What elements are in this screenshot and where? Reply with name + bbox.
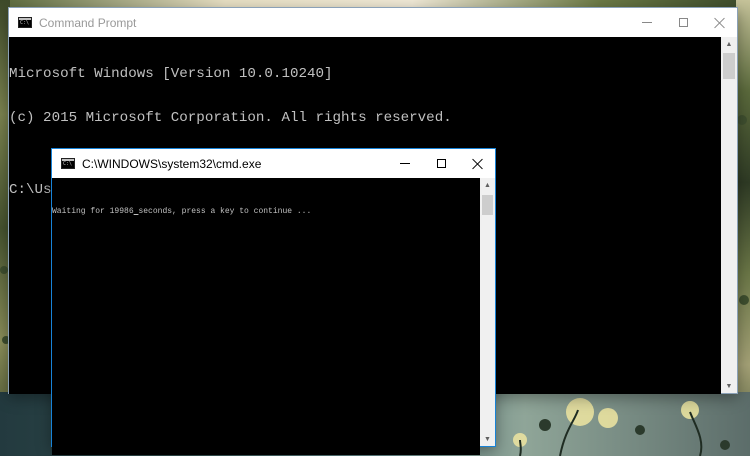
- maximize-button[interactable]: [665, 8, 701, 37]
- console-line: (c) 2015 Microsoft Corporation. All righ…: [9, 109, 452, 126]
- scroll-down-arrow-icon[interactable]: ▼: [721, 379, 737, 393]
- maximize-icon: [678, 18, 688, 27]
- close-icon: [472, 158, 483, 169]
- cmd-icon[interactable]: [18, 17, 32, 28]
- console-output[interactable]: Waiting for 19986 seconds, press a key t…: [52, 178, 480, 455]
- console-line: Microsoft Windows [Version 10.0.10240]: [9, 66, 333, 82]
- window-title: Command Prompt: [39, 15, 137, 30]
- scroll-up-arrow-icon[interactable]: ▲: [480, 178, 495, 192]
- title-bar[interactable]: C:\WINDOWS\system32\cmd.exe: [52, 149, 495, 178]
- timeout-message: Waiting for 19986 seconds, press a key t…: [52, 207, 480, 217]
- minimize-button[interactable]: [629, 8, 665, 37]
- title-bar[interactable]: Command Prompt: [9, 8, 737, 37]
- cmd-icon[interactable]: [61, 158, 75, 169]
- vertical-scrollbar[interactable]: ▲ ▼: [480, 178, 495, 446]
- scroll-up-arrow-icon[interactable]: ▲: [721, 37, 737, 51]
- maximize-button[interactable]: [423, 149, 459, 178]
- close-icon: [714, 17, 725, 28]
- close-button[interactable]: [701, 8, 737, 37]
- minimize-button[interactable]: [387, 149, 423, 178]
- scroll-down-arrow-icon[interactable]: ▼: [480, 432, 495, 446]
- minimize-icon: [400, 163, 410, 164]
- vertical-scrollbar[interactable]: ▲ ▼: [721, 37, 737, 393]
- scrollbar-thumb[interactable]: [723, 53, 735, 79]
- scrollbar-thumb[interactable]: [482, 195, 493, 215]
- timeout-message-end: seconds, press a key to continue ...: [138, 207, 312, 216]
- window-title: C:\WINDOWS\system32\cmd.exe: [82, 156, 262, 171]
- maximize-icon: [436, 159, 446, 168]
- cmd-exe-window[interactable]: C:\WINDOWS\system32\cmd.exe Waiting for …: [51, 148, 496, 455]
- timeout-message-start: Waiting for 19986: [52, 207, 134, 216]
- minimize-icon: [642, 22, 652, 23]
- close-button[interactable]: [459, 149, 495, 178]
